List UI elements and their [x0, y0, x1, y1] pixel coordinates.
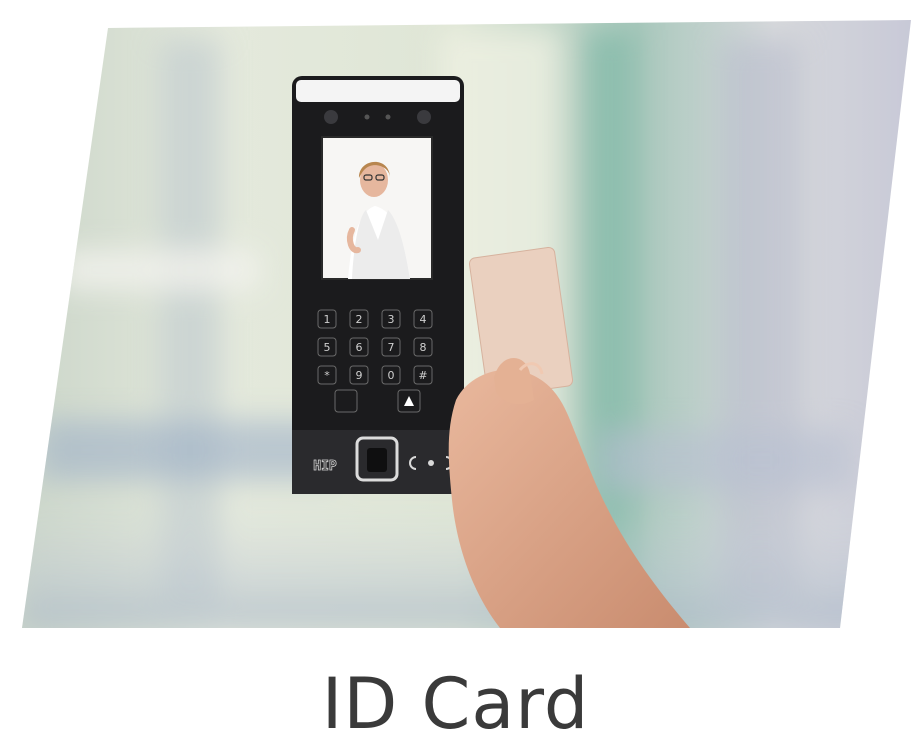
access-control-device: 1 2 3 4 5 6 7 8 * 9 0 # HIP	[292, 76, 464, 494]
key-label: 2	[356, 313, 363, 326]
key-label: 9	[356, 369, 363, 382]
key-label: 3	[388, 313, 395, 326]
key-label: 0	[388, 369, 395, 382]
brand-logo: HIP	[313, 459, 337, 474]
caption-title: ID Card	[321, 663, 590, 745]
key-label: 1	[324, 313, 331, 326]
key-label: 7	[388, 341, 395, 354]
face-screen	[321, 136, 433, 280]
key-label: 4	[420, 313, 427, 326]
camera-icon	[324, 110, 338, 124]
key-label: 6	[356, 341, 363, 354]
key-label: *	[324, 369, 330, 382]
photo-scene: 1 2 3 4 5 6 7 8 * 9 0 # HIP	[22, 20, 911, 628]
key-label: #	[418, 369, 427, 382]
key-label: 5	[324, 341, 331, 354]
key-label: 8	[420, 341, 427, 354]
